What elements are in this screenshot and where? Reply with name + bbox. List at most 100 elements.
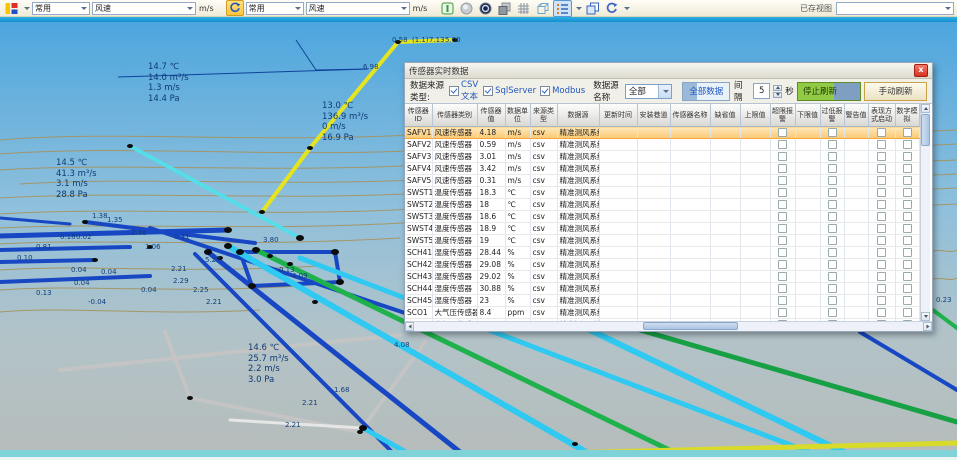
- row-checkbox[interactable]: [877, 296, 886, 305]
- row-checkbox[interactable]: [877, 152, 886, 161]
- row-checkbox[interactable]: [877, 164, 886, 173]
- horizontal-scrollbar[interactable]: [405, 321, 932, 331]
- layers-icon[interactable]: [496, 1, 513, 16]
- row-checkbox[interactable]: [877, 224, 886, 233]
- row-checkbox[interactable]: [903, 188, 912, 197]
- row-checkbox[interactable]: [778, 248, 787, 257]
- manual-refresh-button[interactable]: 手动刷新: [864, 82, 927, 101]
- row-checkbox[interactable]: [903, 140, 912, 149]
- checkbox-csv[interactable]: CSV文本: [449, 80, 479, 102]
- table-row[interactable]: SWST5温度传感器19℃csv精准测风系统: [405, 235, 919, 247]
- column-header[interactable]: 传感器ID: [405, 104, 432, 127]
- row-checkbox[interactable]: [828, 176, 837, 185]
- table-row[interactable]: SCH44湿度传感器30.88%csv精准测风系统: [405, 283, 919, 295]
- row-checkbox[interactable]: [828, 272, 837, 281]
- row-checkbox[interactable]: [778, 284, 787, 293]
- row-checkbox[interactable]: [778, 212, 787, 221]
- row-checkbox[interactable]: [877, 272, 886, 281]
- interval-input[interactable]: 5: [753, 83, 770, 99]
- row-checkbox[interactable]: [778, 128, 787, 137]
- row-checkbox[interactable]: [828, 248, 837, 257]
- row-checkbox[interactable]: [828, 224, 837, 233]
- hscroll-thumb[interactable]: [643, 322, 738, 330]
- grid-icon[interactable]: [515, 1, 532, 16]
- table-row[interactable]: SWST4温度传感器18.9℃csv精准测风系统: [405, 223, 919, 235]
- bulb-icon[interactable]: [458, 1, 475, 16]
- vertical-scrollbar[interactable]: [920, 104, 930, 321]
- row-checkbox[interactable]: [877, 188, 886, 197]
- row-checkbox[interactable]: [877, 176, 886, 185]
- row-checkbox[interactable]: [828, 236, 837, 245]
- column-header[interactable]: 警告值: [844, 104, 868, 127]
- refresh-icon[interactable]: [603, 1, 620, 16]
- palette-caret-icon[interactable]: [24, 7, 30, 10]
- table-row[interactable]: SAFV4风速传感器3.42m/scsv精准测风系统: [405, 163, 919, 175]
- row-checkbox[interactable]: [877, 284, 886, 293]
- column-header[interactable]: 传感器值: [477, 104, 505, 127]
- row-checkbox[interactable]: [828, 200, 837, 209]
- row-checkbox[interactable]: [903, 200, 912, 209]
- row-checkbox[interactable]: [778, 272, 787, 281]
- row-checkbox[interactable]: [828, 152, 837, 161]
- row-checkbox[interactable]: [828, 164, 837, 173]
- row-checkbox[interactable]: [903, 236, 912, 245]
- windows-icon[interactable]: [584, 1, 601, 16]
- scroll-up-icon[interactable]: [921, 104, 930, 113]
- table-row[interactable]: SAFV3风速传感器3.01m/scsv精准测风系统: [405, 151, 919, 163]
- row-checkbox[interactable]: [877, 212, 886, 221]
- metric-select-2[interactable]: 风速: [306, 2, 410, 15]
- row-checkbox[interactable]: [877, 248, 886, 257]
- spin-up-icon[interactable]: [773, 85, 782, 91]
- metric-select-1[interactable]: 风速: [92, 2, 196, 15]
- table-row[interactable]: SCH45湿度传感器23%csv精准测风系统: [405, 295, 919, 307]
- row-checkbox[interactable]: [778, 224, 787, 233]
- interval-stepper[interactable]: [773, 85, 782, 98]
- row-checkbox[interactable]: [828, 212, 837, 221]
- column-header[interactable]: 数据源: [557, 104, 599, 127]
- row-checkbox[interactable]: [877, 236, 886, 245]
- row-checkbox[interactable]: [903, 176, 912, 185]
- row-checkbox[interactable]: [903, 248, 912, 257]
- all-data-button[interactable]: 全部数据: [682, 82, 730, 101]
- scroll-left-icon[interactable]: [405, 322, 414, 331]
- row-checkbox[interactable]: [778, 188, 787, 197]
- table-row[interactable]: SWST1温度传感器18.3℃csv精准测风系统: [405, 187, 919, 199]
- refresh-caret-icon[interactable]: [624, 7, 630, 10]
- column-header[interactable]: 数据单位: [505, 104, 530, 127]
- row-checkbox[interactable]: [778, 308, 787, 317]
- row-checkbox[interactable]: [828, 296, 837, 305]
- row-checkbox[interactable]: [828, 188, 837, 197]
- row-checkbox[interactable]: [828, 140, 837, 149]
- row-checkbox[interactable]: [828, 308, 837, 317]
- row-checkbox[interactable]: [877, 200, 886, 209]
- column-header[interactable]: 更新时间: [599, 104, 637, 127]
- stop-refresh-button[interactable]: 停止刷新: [797, 82, 862, 101]
- table-row[interactable]: SCH42湿度传感器29.08%csv精准测风系统: [405, 259, 919, 271]
- vscroll-thumb[interactable]: [921, 114, 930, 146]
- column-header[interactable]: 安装巷道: [637, 104, 670, 127]
- row-checkbox[interactable]: [877, 128, 886, 137]
- sync-icon[interactable]: [226, 0, 244, 16]
- row-checkbox[interactable]: [903, 224, 912, 233]
- scroll-down-icon[interactable]: [921, 312, 930, 321]
- column-header[interactable]: 上限值: [740, 104, 770, 127]
- row-checkbox[interactable]: [778, 164, 787, 173]
- row-checkbox[interactable]: [903, 164, 912, 173]
- column-header[interactable]: 超限报警: [770, 104, 795, 127]
- column-header[interactable]: 缺省值: [710, 104, 740, 127]
- row-checkbox[interactable]: [778, 152, 787, 161]
- spin-down-icon[interactable]: [773, 92, 782, 98]
- row-checkbox[interactable]: [903, 212, 912, 221]
- palette-icon[interactable]: [3, 1, 20, 16]
- checkbox-sqlserver[interactable]: SqlServer: [483, 86, 536, 96]
- column-header[interactable]: 来源类型: [530, 104, 557, 127]
- profile-select-1[interactable]: 常用: [32, 2, 90, 15]
- dialog-title-bar[interactable]: 传感器实时数据 x: [405, 63, 932, 79]
- close-icon[interactable]: x: [914, 64, 928, 77]
- row-checkbox[interactable]: [903, 128, 912, 137]
- table-row[interactable]: SCH41湿度传感器28.44%csv精准测风系统: [405, 247, 919, 259]
- column-header[interactable]: 传感器类别: [432, 104, 477, 127]
- row-checkbox[interactable]: [877, 308, 886, 317]
- row-checkbox[interactable]: [778, 296, 787, 305]
- row-checkbox[interactable]: [903, 296, 912, 305]
